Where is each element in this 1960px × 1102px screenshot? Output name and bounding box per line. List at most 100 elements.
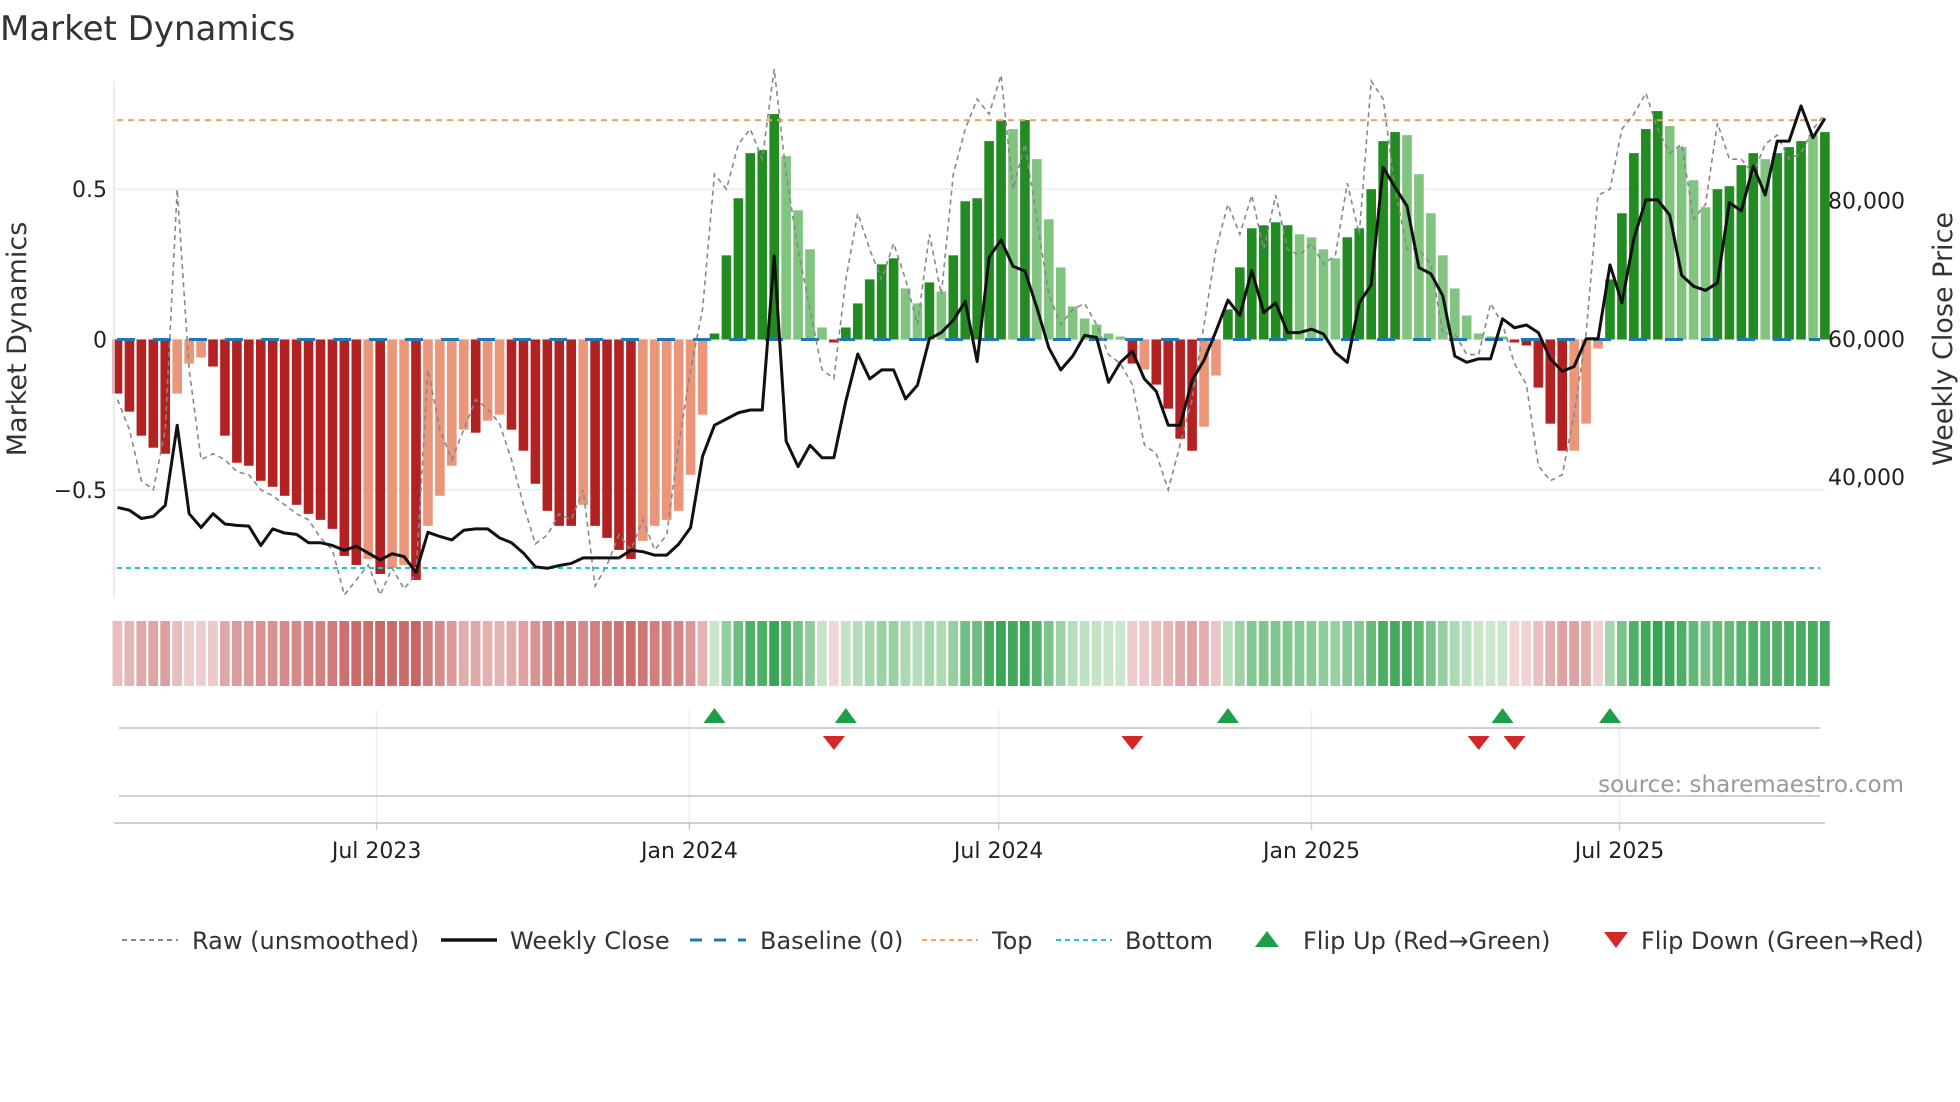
strip-cell (243, 621, 254, 686)
y-tick-label: 0 (93, 329, 107, 354)
bar (542, 339, 553, 511)
bar (291, 339, 302, 505)
bar (244, 339, 254, 466)
flip-down-marker (1467, 736, 1490, 750)
bar (1306, 237, 1317, 340)
bar (375, 339, 385, 574)
bar (972, 198, 982, 340)
bar (1342, 237, 1353, 340)
strip-cell (1700, 621, 1711, 686)
bar (614, 339, 624, 550)
bar (685, 339, 696, 475)
strip-cell (1115, 621, 1126, 686)
bar (1055, 267, 1066, 340)
strip-cell (172, 621, 182, 686)
flip-down-marker (1503, 736, 1526, 750)
bar (458, 339, 469, 430)
strip-cell (470, 621, 481, 686)
strip-cell (434, 621, 445, 686)
bar (709, 333, 720, 340)
bar (303, 339, 314, 514)
strip-cell (1187, 621, 1197, 686)
x-tick-label: Jan 2025 (1261, 839, 1360, 864)
strip-cell (1497, 621, 1508, 686)
y-tick-label: −0.5 (54, 479, 107, 504)
bar (1641, 129, 1651, 340)
bar (315, 339, 326, 520)
bar (1796, 141, 1806, 340)
strip-cell (1569, 621, 1579, 686)
strip-cell (649, 621, 660, 686)
bar (590, 339, 600, 526)
strip-cell (816, 621, 827, 686)
bar (196, 339, 206, 358)
strip-cell (1521, 621, 1532, 686)
flip-up-marker (1216, 708, 1239, 723)
strip-cell (996, 621, 1006, 686)
strip-cell (542, 621, 553, 686)
bar (1509, 339, 1520, 343)
strip-cell (1712, 621, 1723, 686)
bar (482, 339, 493, 421)
strip-cell (805, 621, 815, 686)
bar (1676, 147, 1687, 340)
strip-cell (458, 621, 469, 686)
bar (900, 288, 911, 340)
strip-cell (1437, 621, 1448, 686)
legend-label: Raw (unsmoothed) (192, 927, 419, 955)
bar (1163, 339, 1174, 409)
strip-cell (1796, 621, 1806, 686)
strip-cell (411, 621, 421, 686)
bar (447, 339, 457, 466)
strip-cell (1378, 621, 1388, 686)
bar (148, 339, 159, 448)
legend-label: Baseline (0) (760, 927, 903, 955)
strip-cell (614, 621, 624, 686)
strip-cell (697, 621, 708, 686)
strip-cell (554, 621, 565, 686)
strip-cell (1318, 621, 1329, 686)
y-axis-label: Market Dynamics (2, 222, 33, 457)
bar (208, 339, 218, 367)
legend-label: Flip Down (Green→Red) (1641, 927, 1924, 955)
bar (518, 339, 529, 451)
bar (1115, 336, 1126, 340)
x-tick-label: Jan 2024 (639, 839, 738, 864)
bar (626, 339, 636, 559)
bar (697, 339, 708, 415)
strip-cell (112, 621, 123, 686)
strip-cell (852, 621, 863, 686)
strip-cell (1055, 621, 1066, 686)
bar (554, 339, 565, 526)
strip-cell (160, 621, 171, 686)
strip-cell (1509, 621, 1520, 686)
strip-cell (1019, 621, 1030, 686)
bar (327, 339, 338, 529)
strip-cell (1246, 621, 1257, 686)
y2-tick-label: 40,000 (1828, 466, 1905, 491)
bar (721, 255, 732, 340)
strip-cell (1390, 621, 1400, 686)
bar (1557, 339, 1568, 451)
bar (351, 339, 362, 565)
bar (1533, 339, 1544, 388)
bar (363, 339, 374, 559)
strip-cell (1043, 621, 1054, 686)
strip-cell (1330, 621, 1341, 686)
bar (267, 339, 278, 487)
strip-cell (1175, 621, 1185, 686)
strip-cell (1091, 621, 1102, 686)
strip-cell (1294, 621, 1305, 686)
strip-cell (1222, 621, 1233, 686)
bar (1044, 219, 1054, 340)
market-dynamics-chart: Market Dynamics 0.5 0 −0.5 80,000 60,000 40,0… (0, 9, 1959, 955)
bar (996, 120, 1006, 340)
bar (423, 339, 433, 526)
strip-cell (721, 621, 732, 686)
bar (781, 156, 791, 340)
strip-cell (900, 621, 911, 686)
bar (661, 339, 672, 520)
strip-cell (1199, 621, 1209, 686)
x-tick-label: Jul 2023 (330, 839, 422, 864)
bar (530, 339, 541, 484)
